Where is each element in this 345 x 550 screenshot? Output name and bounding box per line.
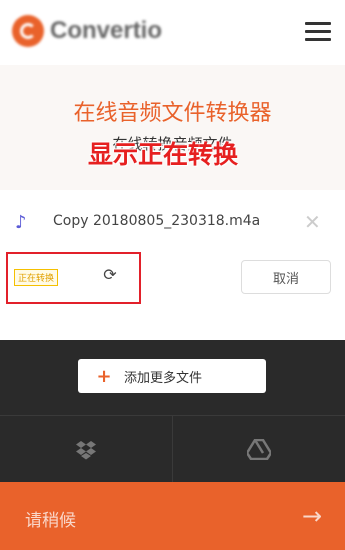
logo[interactable]: Convertio [12, 15, 162, 47]
upload-panel: + 添加更多文件 [0, 340, 345, 483]
top-bar: Convertio [0, 0, 345, 65]
music-note-icon: ♪ [15, 212, 27, 233]
status-badge: 正在转换 [14, 269, 59, 286]
google-drive-icon [247, 439, 271, 460]
hero-section: 在线音频文件转换器 在线转换音频文件 显示正在转换 [0, 65, 345, 190]
dropbox-button[interactable] [0, 416, 172, 483]
logo-icon [12, 15, 44, 47]
file-name: Copy 20180805_230318.m4a [53, 213, 261, 229]
file-item: ♪ Copy 20180805_230318.m4a ✕ 正在转换 ⟳ 取消 [0, 190, 345, 340]
logo-text: Convertio [50, 17, 163, 44]
dropbox-icon [76, 440, 96, 459]
page-title: 在线音频文件转换器 [73, 101, 272, 126]
cancel-button[interactable]: 取消 [241, 260, 331, 294]
plus-icon: + [96, 365, 112, 387]
annotation-overlay-text: 显示正在转换 [88, 140, 239, 169]
google-drive-button[interactable] [172, 416, 345, 483]
please-wait-label: 请稍候 [25, 511, 76, 531]
hamburger-menu-icon[interactable] [305, 22, 331, 42]
convert-bar[interactable]: 请稍候 → [0, 482, 345, 550]
refresh-icon: ⟳ [103, 265, 117, 284]
annotation-highlight-box: 正在转换 ⟳ [6, 252, 141, 304]
close-icon[interactable]: ✕ [304, 210, 321, 234]
arrow-right-icon: → [302, 502, 323, 530]
add-more-files-button[interactable]: + 添加更多文件 [78, 359, 266, 393]
cloud-source-row [0, 415, 345, 483]
add-more-files-label: 添加更多文件 [124, 370, 203, 386]
